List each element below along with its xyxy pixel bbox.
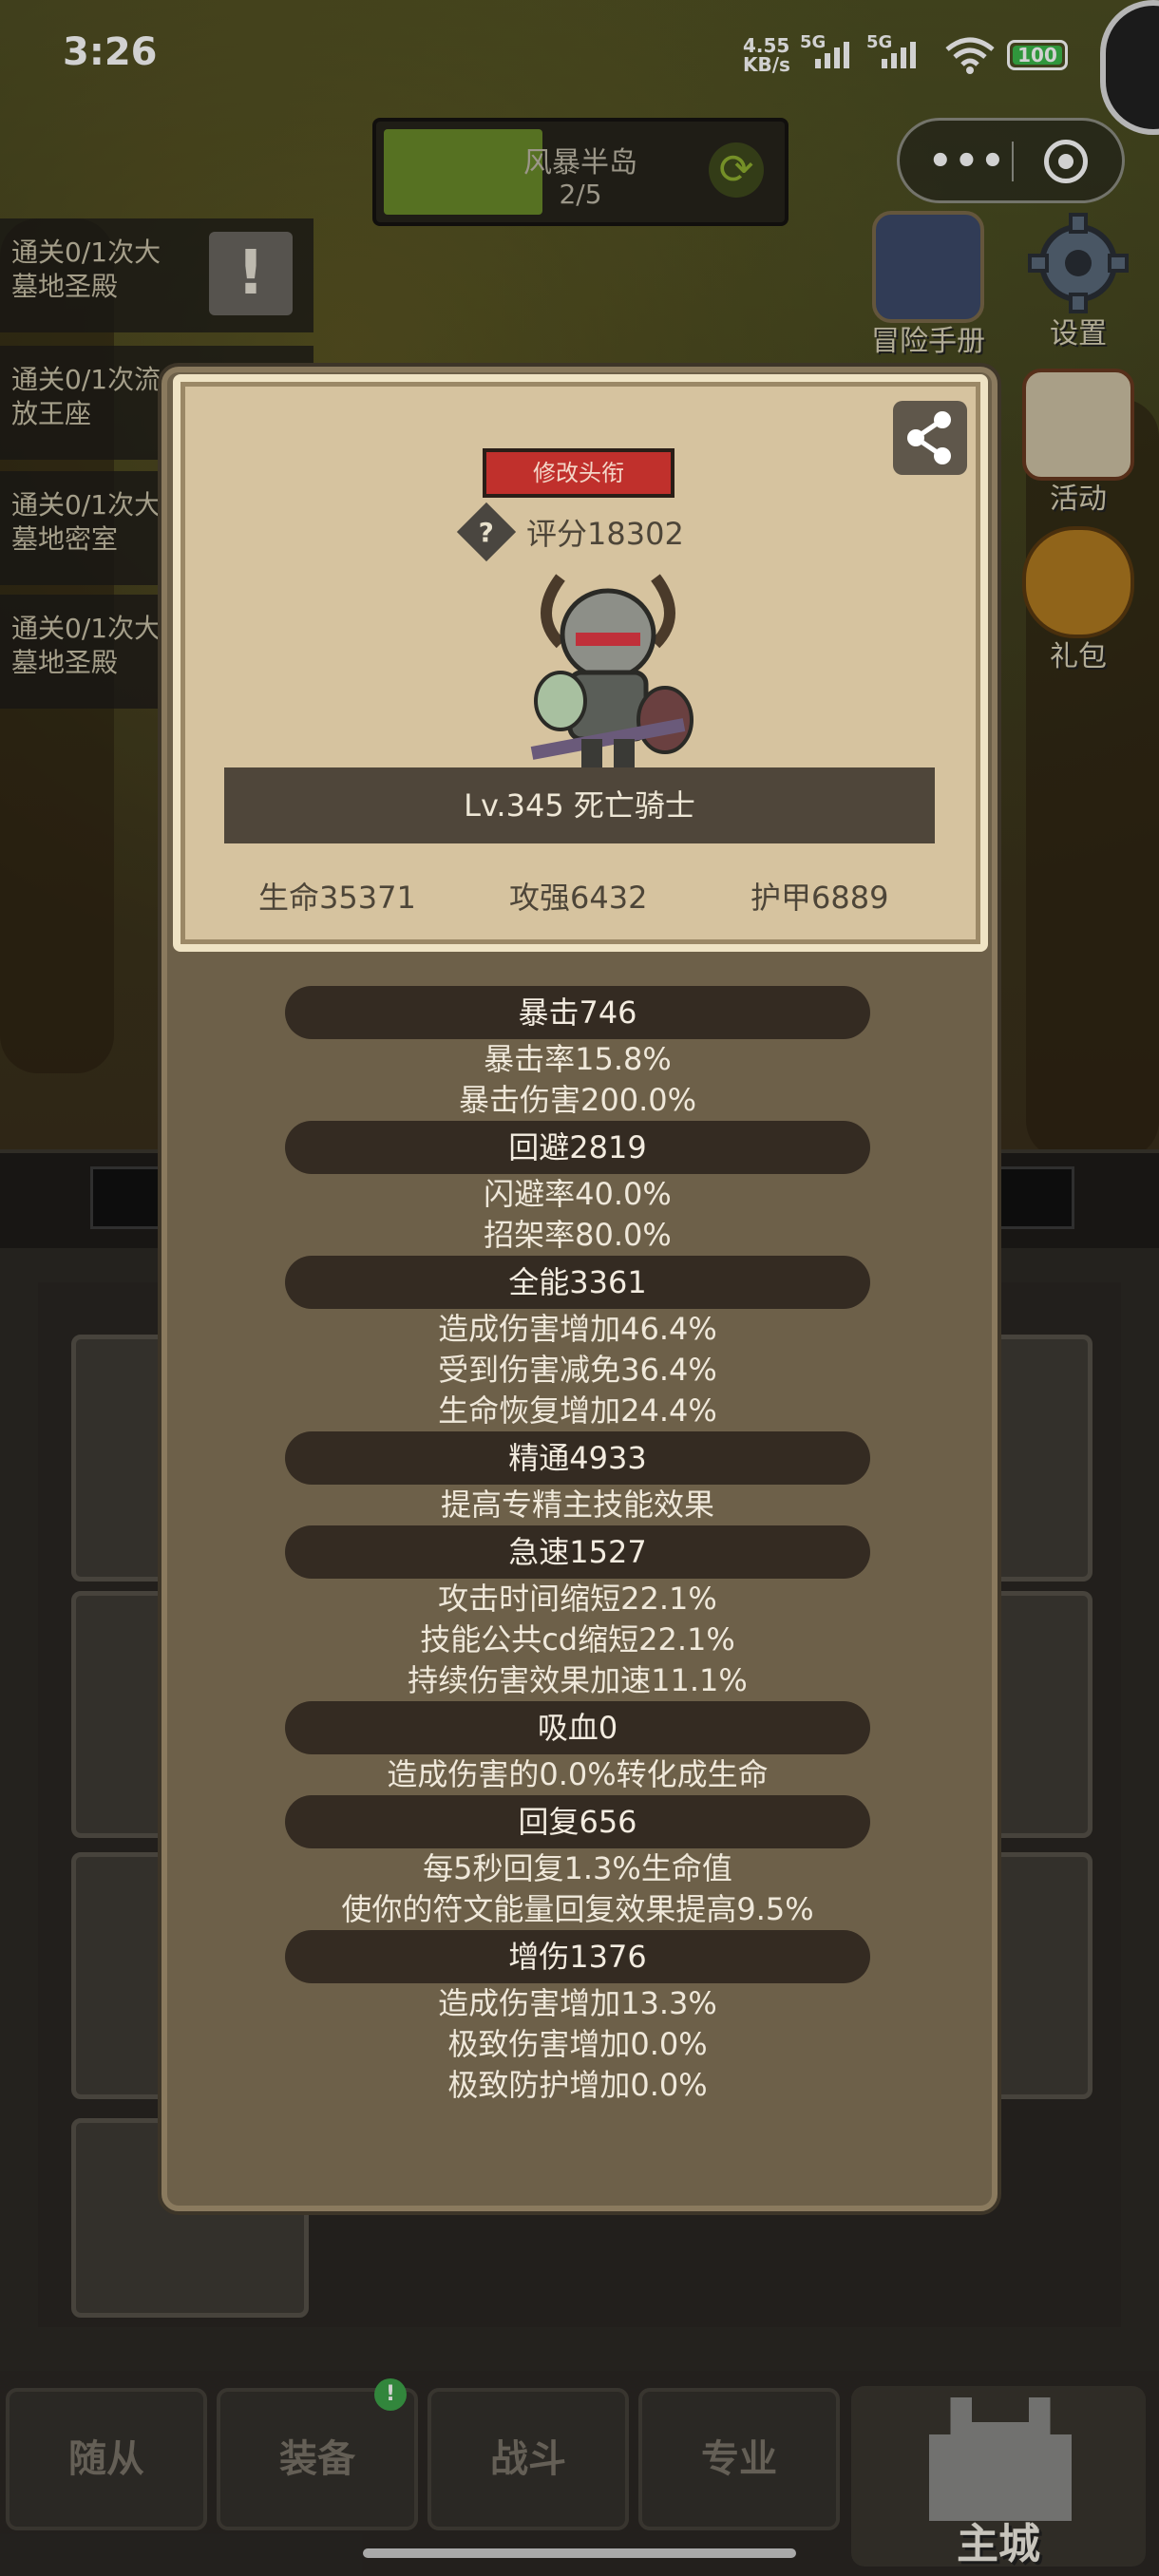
stat-section-mastery: 精通4933 提高专精主技能效果 [285,1431,870,1525]
stat-section-versatility: 全能3361 造成伤害增加46.4% 受到伤害减免36.4% 生命恢复增加24.… [285,1256,870,1431]
stat-section-damage-boost: 增伤1376 造成伤害增加13.3% 极致伤害增加0.0% 极致防护增加0.0% [285,1930,870,2106]
stat-line: 极致防护增加0.0% [447,2067,708,2103]
share-button[interactable] [893,401,967,475]
stat-line: 提高专精主技能效果 [440,1487,714,1523]
stat-line: 暴击伤害200.0% [458,1082,697,1118]
stat-header: 回避2819 [285,1121,870,1174]
stat-header: 吸血0 [285,1701,870,1754]
stat-line: 生命恢复增加24.4% [438,1392,717,1429]
stat-line: 暴击率15.8% [484,1041,672,1077]
stats-list: 暴击746 暴击率15.8% 暴击伤害200.0% 回避2819 闪避率40.0… [285,986,870,2106]
level-name-bar: Lv.345 死亡骑士 [224,767,935,843]
stat-section-regen: 回复656 每5秒回复1.3%生命值 使你的符文能量回复效果提高9.5% [285,1795,870,1930]
stat-header: 精通4933 [285,1431,870,1485]
stat-line: 攻击时间缩短22.1% [438,1581,717,1617]
stat-line: 招架率80.0% [484,1217,672,1253]
stat-line: 每5秒回复1.3%生命值 [423,1850,732,1886]
stat-line: 造成伤害的0.0%转化成生命 [387,1756,769,1792]
stat-line: 技能公共cd缩短22.1% [420,1621,735,1657]
stat-line: 使你的符文能量回复效果提高9.5% [341,1891,814,1927]
edit-title-button[interactable]: 修改头衔 [483,448,674,498]
stat-line: 持续伤害效果加速11.1% [408,1662,748,1698]
stat-section-lifesteal: 吸血0 造成伤害的0.0%转化成生命 [285,1701,870,1795]
stat-section-avoidance: 回避2819 闪避率40.0% 招架率80.0% [285,1121,870,1256]
help-glyph: ? [478,516,495,548]
stat-section-crit: 暴击746 暴击率15.8% 暴击伤害200.0% [285,986,870,1121]
stat-line: 造成伤害增加13.3% [438,1985,717,2021]
stat-header: 增伤1376 [285,1930,870,1983]
armor-stat: 护甲6889 [750,880,889,916]
stat-header: 急速1527 [285,1525,870,1579]
stat-line: 闪避率40.0% [484,1176,672,1212]
stat-line: 受到伤害减免36.4% [438,1352,717,1388]
stat-header: 回复656 [285,1795,870,1848]
stat-line: 极致伤害增加0.0% [447,2026,708,2062]
stat-header: 暴击746 [285,986,870,1039]
score-text: 评分18302 [526,516,684,552]
share-icon [907,411,951,464]
score-row: ? 评分18302 [456,502,684,562]
character-avatar [494,559,722,777]
stat-section-haste: 急速1527 攻击时间缩短22.1% 技能公共cd缩短22.1% 持续伤害效果加… [285,1525,870,1701]
hp-stat: 生命35371 [258,880,416,916]
stat-line: 造成伤害增加46.4% [438,1311,717,1347]
attack-stat: 攻强6432 [509,880,648,916]
stat-header: 全能3361 [285,1256,870,1309]
